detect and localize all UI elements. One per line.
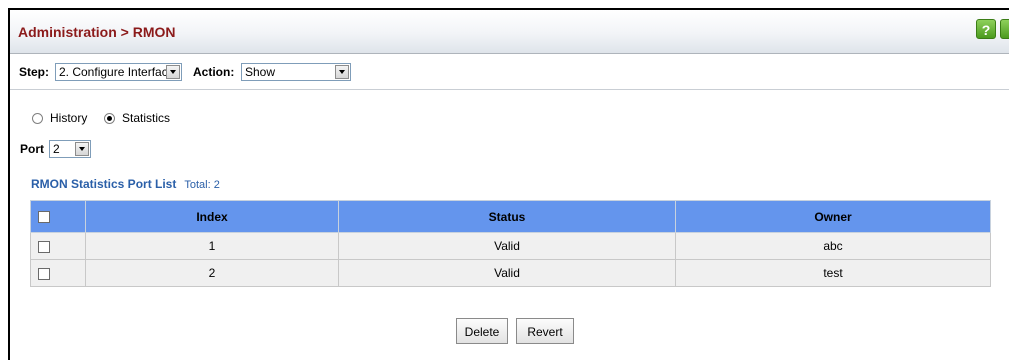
list-title: RMON Statistics Port List Total: 2 (31, 177, 220, 191)
history-radio[interactable] (32, 113, 43, 124)
list-title-text: RMON Statistics Port List (31, 177, 177, 191)
help-icon[interactable]: ? (976, 19, 996, 39)
row-checkbox-cell (30, 232, 86, 260)
history-radio-label: History (50, 111, 88, 125)
list-total: Total: 2 (184, 179, 220, 191)
chevron-down-icon[interactable] (335, 65, 349, 79)
statistics-radio-label: Statistics (122, 111, 171, 125)
delete-button[interactable]: Delete (456, 318, 508, 344)
column-header-status[interactable]: Status (338, 200, 676, 233)
step-select[interactable]: 2. Configure Interface (55, 63, 182, 81)
port-label: Port (20, 142, 44, 156)
action-select-value: Show (245, 65, 276, 79)
step-label: Step: (19, 65, 49, 79)
chevron-down-icon[interactable] (75, 142, 89, 156)
column-header-index[interactable]: Index (85, 200, 339, 233)
row-checkbox[interactable] (38, 240, 50, 253)
status-cell: Valid (338, 232, 676, 260)
page-title: Administration > RMON (18, 24, 176, 40)
action-label: Action: (193, 65, 235, 79)
table-row: 2 Valid test (30, 259, 991, 287)
title-bar: Administration > RMON ? (10, 10, 1009, 54)
index-cell: 2 (85, 259, 339, 287)
select-all-cell (30, 200, 86, 233)
status-cell: Valid (338, 259, 676, 287)
owner-cell: test (675, 259, 991, 287)
revert-button[interactable]: Revert (516, 318, 574, 344)
table-header-row: Index Status Owner (30, 200, 991, 233)
port-select-value: 2 (53, 142, 60, 156)
rmon-statistics-table: Index Status Owner 1 Valid abc 2 Valid t… (30, 200, 991, 287)
step-bar: Step: 2. Configure Interface Action: Sho… (10, 54, 1009, 90)
row-checkbox[interactable] (38, 267, 50, 280)
chevron-down-icon[interactable] (166, 65, 180, 79)
extra-icon[interactable] (1000, 19, 1009, 39)
row-checkbox-cell (30, 259, 86, 287)
table-row: 1 Valid abc (30, 232, 991, 260)
index-cell: 1 (85, 232, 339, 260)
action-select[interactable]: Show (241, 63, 351, 81)
statistics-radio[interactable] (104, 113, 115, 124)
step-select-value: 2. Configure Interface (59, 65, 175, 79)
select-all-checkbox[interactable] (38, 211, 50, 224)
port-select[interactable]: 2 (49, 140, 91, 158)
column-header-owner[interactable]: Owner (675, 200, 991, 233)
owner-cell: abc (675, 232, 991, 260)
